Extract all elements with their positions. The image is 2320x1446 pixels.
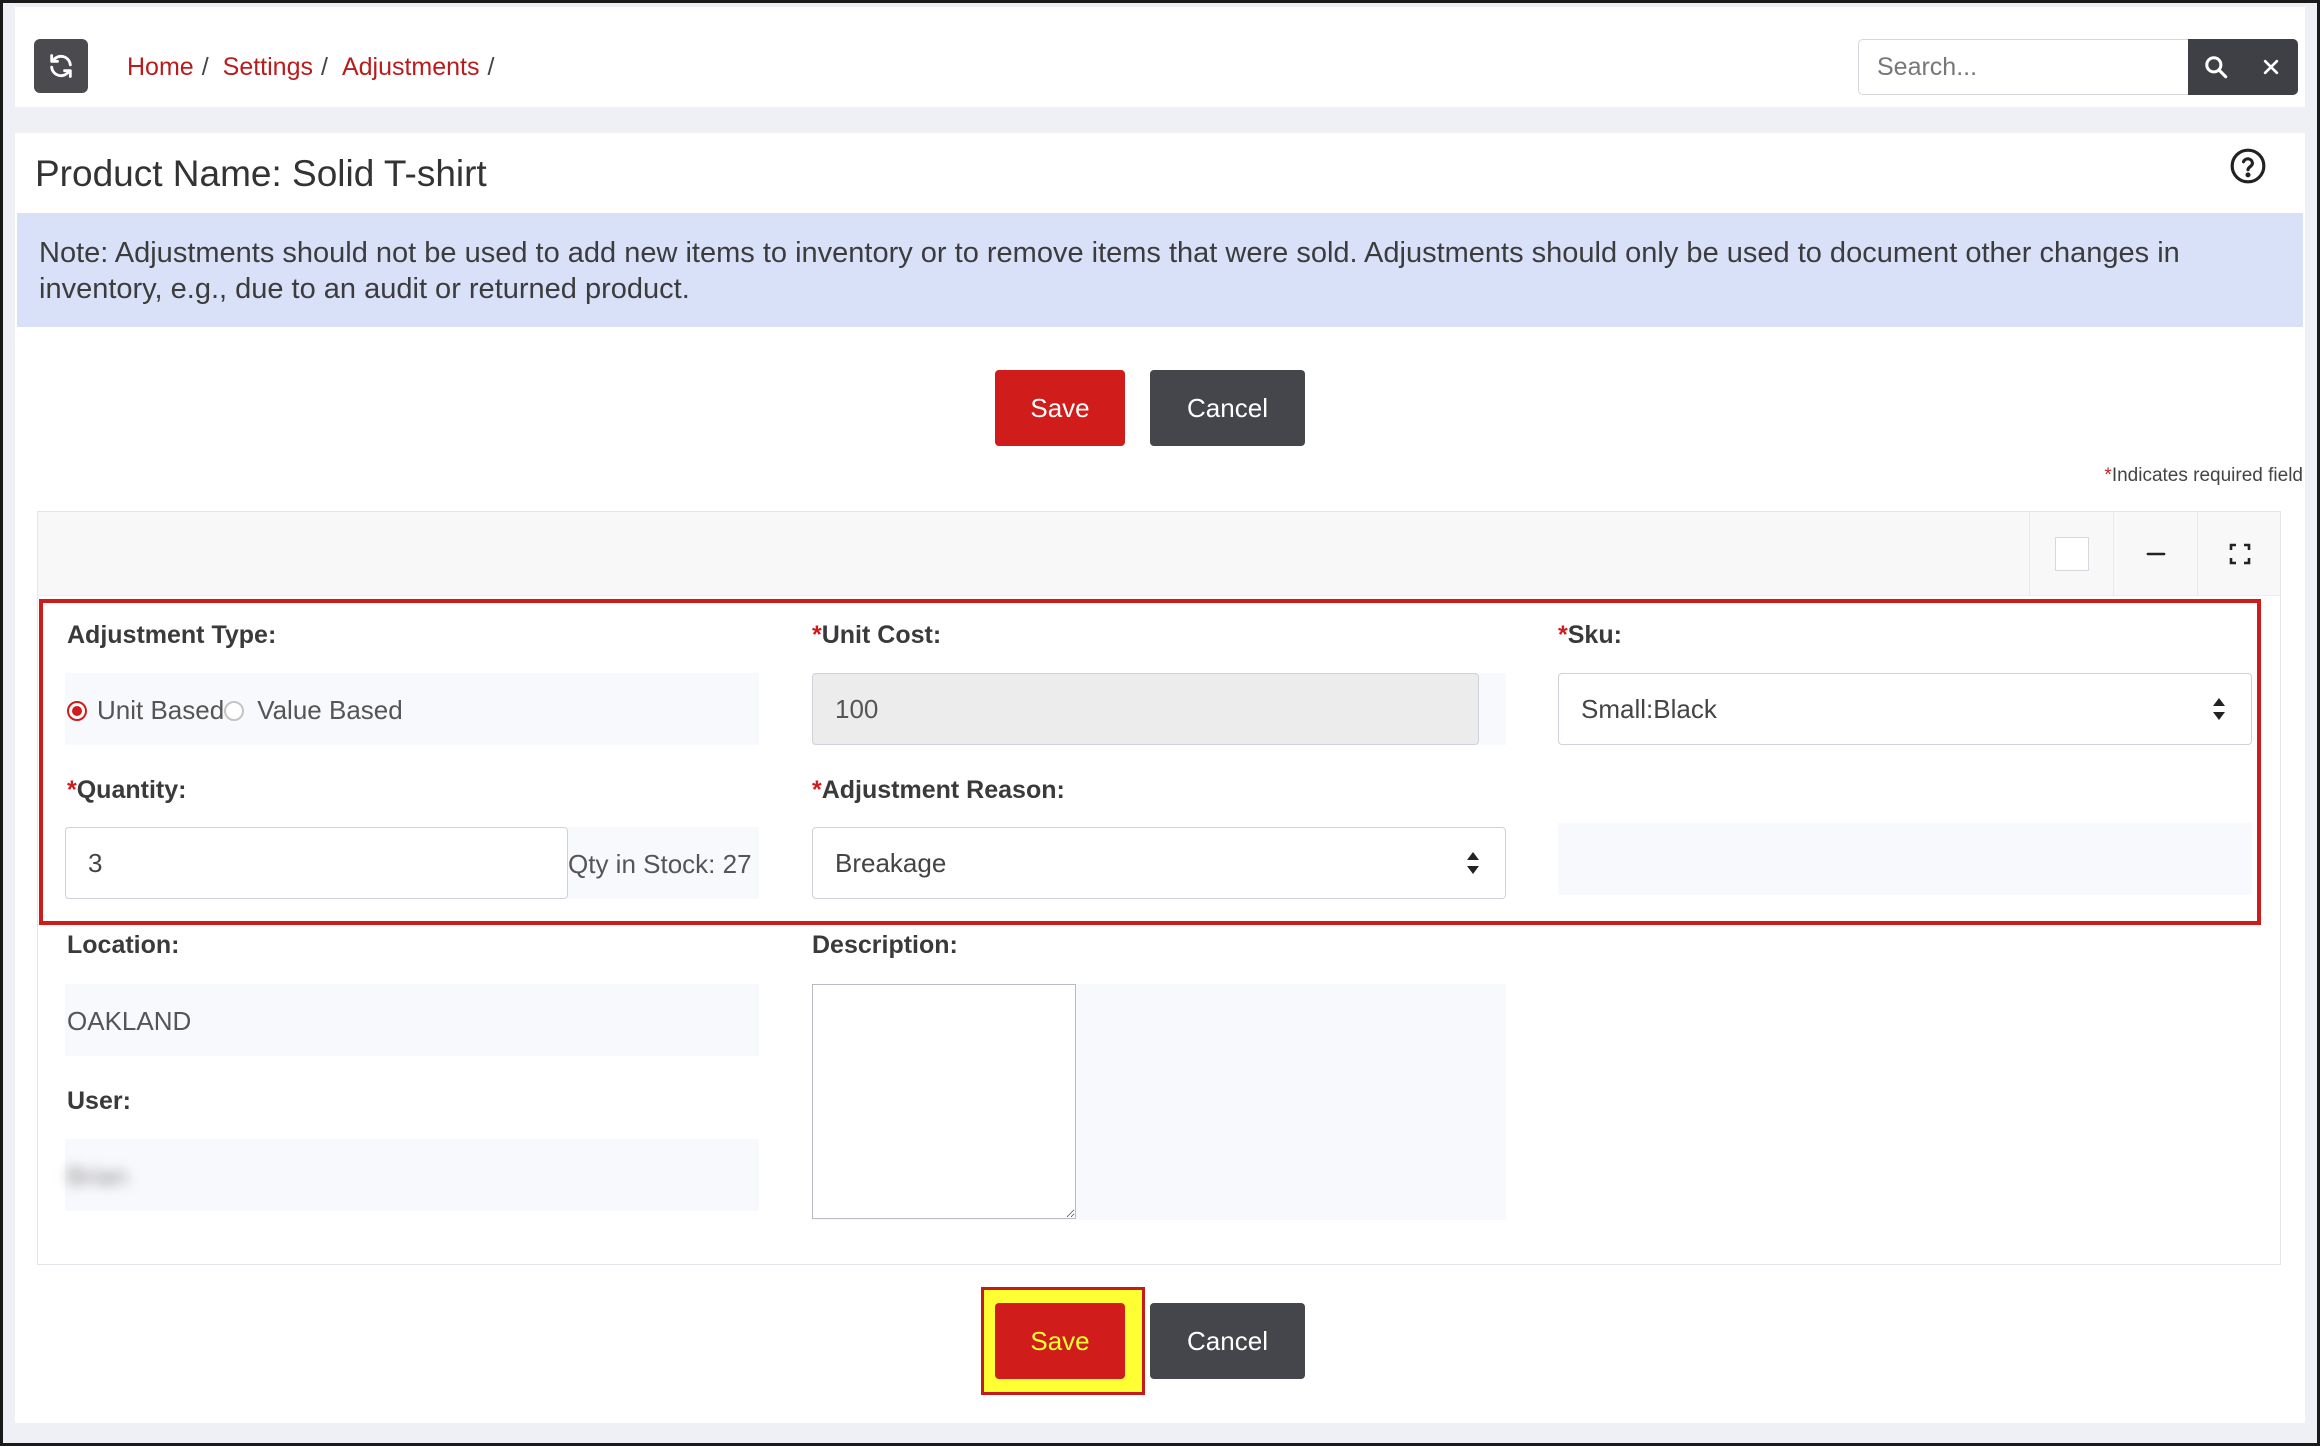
app-frame: Home / Settings / Adjustments / Product … bbox=[3, 3, 2317, 1443]
quantity-input[interactable]: 3 bbox=[65, 827, 568, 899]
breadcrumb-home[interactable]: Home bbox=[127, 53, 194, 82]
qty-in-stock: Qty in Stock: 27 bbox=[568, 849, 752, 879]
required-marker: * bbox=[1558, 621, 1568, 649]
adjustment-reason-label-text: Adjustment Reason: bbox=[821, 776, 1065, 804]
unit-based-label[interactable]: Unit Based bbox=[97, 695, 224, 726]
cancel-button-bottom[interactable]: Cancel bbox=[1150, 1303, 1305, 1379]
expand-icon bbox=[2229, 543, 2250, 565]
user-value: Brian bbox=[67, 1161, 128, 1191]
location-value: OAKLAND bbox=[67, 1006, 192, 1036]
value-based-label[interactable]: Value Based bbox=[257, 695, 403, 726]
breadcrumb-adjustments[interactable]: Adjustments bbox=[342, 53, 480, 82]
unit-cost-label: *Unit Cost: bbox=[812, 621, 941, 650]
refresh-button[interactable] bbox=[34, 39, 88, 93]
clear-search-button[interactable] bbox=[2243, 39, 2298, 95]
required-marker: * bbox=[812, 621, 822, 649]
save-button-top[interactable]: Save bbox=[995, 370, 1125, 446]
quantity-label-text: Quantity: bbox=[76, 776, 187, 804]
panel-header bbox=[38, 512, 2280, 596]
close-icon bbox=[2263, 59, 2278, 75]
search-icon bbox=[2204, 56, 2227, 79]
top-bar: Home / Settings / Adjustments / bbox=[15, 7, 2305, 107]
adjustment-reason-select[interactable]: Breakage bbox=[812, 827, 1506, 899]
info-note: Note: Adjustments should not be used to … bbox=[17, 213, 2303, 327]
location-label: Location: bbox=[67, 931, 180, 959]
cancel-button-top[interactable]: Cancel bbox=[1150, 370, 1305, 446]
required-marker: * bbox=[812, 776, 822, 804]
page-title: Product Name: Solid T-shirt bbox=[35, 153, 487, 194]
adjustment-reason-value: Breakage bbox=[835, 847, 947, 878]
main-content: Product Name: Solid T-shirt Note: Adjust… bbox=[15, 133, 2305, 1423]
minus-icon bbox=[2146, 552, 2165, 556]
empty-field-slot bbox=[1558, 823, 2252, 895]
breadcrumb-separator: / bbox=[320, 53, 328, 81]
description-label: Description: bbox=[812, 931, 958, 959]
breadcrumb-settings[interactable]: Settings bbox=[223, 53, 313, 82]
panel-checkbox[interactable] bbox=[2054, 537, 2089, 571]
save-button-bottom[interactable]: Save bbox=[995, 1303, 1125, 1379]
breadcrumb-separator: / bbox=[201, 53, 209, 81]
required-marker: * bbox=[2104, 465, 2112, 486]
adjustment-type-radios: Unit Based Value Based bbox=[67, 695, 403, 726]
sku-label: *Sku: bbox=[1558, 621, 1622, 650]
adjustment-reason-label: *Adjustment Reason: bbox=[812, 776, 1065, 805]
description-textarea[interactable] bbox=[812, 984, 1076, 1219]
radio-value-based[interactable] bbox=[224, 700, 245, 721]
user-label: User: bbox=[67, 1087, 131, 1115]
minimize-button[interactable] bbox=[2113, 512, 2197, 596]
breadcrumb: Home / Settings / Adjustments / bbox=[127, 53, 508, 82]
sku-label-text: Sku: bbox=[1567, 621, 1622, 649]
required-field-note: *Indicates required field bbox=[2104, 465, 2303, 487]
unit-cost-label-text: Unit Cost: bbox=[821, 621, 942, 649]
required-note-text: Indicates required field bbox=[2111, 465, 2303, 486]
breadcrumb-separator: / bbox=[487, 53, 495, 81]
panel-select-toggle[interactable] bbox=[2029, 512, 2113, 596]
unit-cost-input: 100 bbox=[812, 673, 1479, 745]
required-marker: * bbox=[67, 776, 77, 804]
search-bar bbox=[1858, 39, 2298, 95]
sku-value: Small:Black bbox=[1581, 693, 1717, 724]
help-circle-icon[interactable] bbox=[2229, 147, 2267, 185]
search-button[interactable] bbox=[2188, 39, 2243, 95]
select-arrows-icon bbox=[1467, 852, 1479, 874]
sku-select[interactable]: Small:Black bbox=[1558, 673, 2252, 745]
quantity-label: *Quantity: bbox=[67, 776, 186, 805]
refresh-icon bbox=[50, 54, 72, 78]
select-arrows-icon bbox=[2213, 698, 2225, 720]
radio-unit-based[interactable] bbox=[67, 700, 87, 721]
adjustment-type-label: Adjustment Type: bbox=[67, 621, 277, 649]
user-field bbox=[65, 1139, 759, 1211]
expand-button[interactable] bbox=[2197, 512, 2281, 596]
search-input[interactable] bbox=[1858, 39, 2188, 95]
